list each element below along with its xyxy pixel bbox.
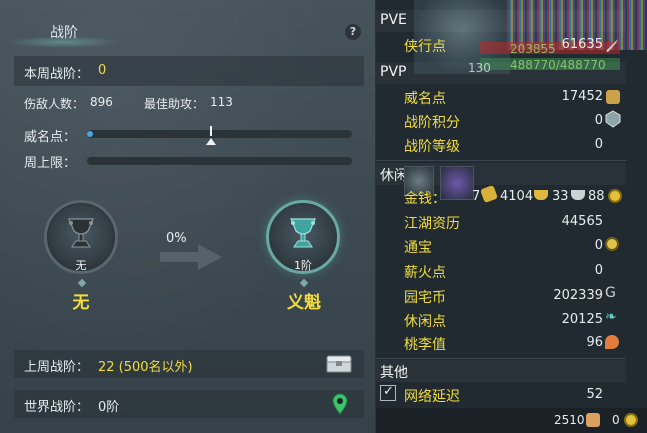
other-title: 其他 bbox=[380, 365, 408, 381]
prestige-progress-bar bbox=[87, 126, 352, 145]
last-week-rank-row: 上周战阶： 22 (500名以外) bbox=[14, 350, 364, 378]
copper-coin-icon bbox=[608, 189, 622, 203]
other-section-header: 其他 bbox=[376, 360, 626, 382]
goblet-icon bbox=[68, 218, 94, 248]
next-rank-emblem[interactable]: 1阶 bbox=[266, 200, 340, 274]
last-week-rank-value: 22 (500名以外) bbox=[98, 360, 193, 375]
currency-label-tongbao: 通宝 bbox=[404, 240, 432, 256]
currency-value-rank-level: 0 bbox=[594, 137, 603, 152]
weekly-cap-bar bbox=[87, 157, 352, 165]
kills-label: 伤敌人数： bbox=[24, 97, 85, 111]
currency-label-xinhuo: 薪火点 bbox=[404, 265, 446, 281]
money-copper: 88 bbox=[588, 189, 605, 204]
goblet-icon bbox=[290, 218, 316, 248]
pvp-title: PVP bbox=[380, 64, 407, 80]
weekly-rank-row: 本周战阶： 0 bbox=[14, 56, 364, 86]
currency-value-tongbao: 0 bbox=[594, 238, 603, 253]
silver-ingot-icon bbox=[571, 190, 585, 200]
prestige-label: 威名点： bbox=[24, 130, 77, 145]
weekly-rank-value: 0 bbox=[98, 63, 107, 78]
arrow-right-icon bbox=[160, 244, 222, 270]
world-rank-value: 0阶 bbox=[98, 400, 120, 415]
bottom-value-a: 2510 bbox=[554, 413, 585, 427]
money-gold-ingot: 7 bbox=[472, 189, 481, 204]
currency-panel: 203855 488770/488770 130 PVE 侠行点 61635 P… bbox=[376, 0, 647, 433]
rank-panel: 战阶 ? 本周战阶： 0 伤敌人数： 896 最佳助攻： 113 威名点： 周上… bbox=[0, 0, 376, 433]
currency-value-latency: 52 bbox=[586, 387, 603, 402]
prestige-token-icon bbox=[606, 90, 620, 104]
tongbao-coin-icon bbox=[605, 237, 619, 251]
assists-value: 113 bbox=[210, 95, 233, 109]
location-pin-icon[interactable] bbox=[332, 393, 348, 415]
currency-label-taoli: 桃李值 bbox=[404, 337, 446, 353]
pve-title: PVE bbox=[380, 12, 407, 28]
next-rank-name: 义魁 bbox=[287, 293, 321, 313]
currency-label-prestige: 威名点 bbox=[404, 91, 446, 107]
currency-value-xinhuo: 0 bbox=[594, 263, 603, 278]
currency-value-prestige: 17452 bbox=[561, 89, 603, 104]
weekly-rank-label: 本周战阶： bbox=[24, 67, 90, 82]
last-week-rank-label: 上周战阶： bbox=[24, 360, 90, 375]
bottom-value-b: 0 bbox=[612, 413, 620, 427]
world-rank-row: 世界战阶： 0阶 bbox=[14, 390, 364, 418]
currency-label-latency: 网络延迟 bbox=[404, 389, 460, 405]
section-divider bbox=[376, 160, 626, 161]
bottom-status-bar: 2510 0 bbox=[376, 408, 647, 433]
rank-crest-icon bbox=[605, 110, 621, 128]
prestige-marker-arrow-icon bbox=[206, 138, 216, 145]
panel-header: 战阶 ? bbox=[0, 18, 376, 48]
currency-value-leisure-points: 20125 bbox=[561, 312, 603, 327]
pve-section-header: PVE bbox=[376, 10, 626, 32]
money-silver: 33 bbox=[552, 189, 569, 204]
assists-label: 最佳助攻： bbox=[144, 97, 205, 111]
currency-value-yuanzhai: 202339 bbox=[553, 288, 603, 303]
currency-label-xiaxing: 侠行点 bbox=[404, 39, 446, 55]
money-gold: 4104 bbox=[500, 189, 534, 204]
currency-value-taoli: 96 bbox=[586, 335, 603, 350]
sword-icon bbox=[606, 39, 618, 52]
current-rank-emblem[interactable]: 无 bbox=[44, 200, 118, 274]
prestige-progress-fill bbox=[87, 131, 93, 137]
gold-ingot-icon bbox=[534, 190, 548, 200]
next-rank-badge: 1阶 bbox=[294, 259, 312, 272]
garden-coin-icon: G bbox=[605, 285, 616, 301]
world-rank-label: 世界战阶： bbox=[24, 400, 90, 415]
currency-label-rank-points: 战阶积分 bbox=[404, 115, 460, 131]
current-rank-name: 无 bbox=[72, 293, 90, 313]
currency-label-rank-level: 战阶等级 bbox=[404, 139, 460, 155]
section-divider bbox=[376, 358, 626, 359]
currency-value-rank-points: 0 bbox=[594, 113, 603, 128]
gold-ticket-icon bbox=[480, 185, 498, 203]
peach-icon bbox=[605, 335, 619, 349]
coin-icon bbox=[624, 413, 638, 427]
currency-label-leisure-points: 休闲点 bbox=[404, 314, 446, 330]
diamond-decoration bbox=[299, 278, 309, 288]
currency-value-jianghu: 44565 bbox=[561, 214, 603, 229]
help-icon[interactable]: ? bbox=[345, 24, 361, 40]
currency-value-xiaxing: 61635 bbox=[561, 37, 603, 52]
leaf-icon: ❧ bbox=[605, 309, 617, 325]
boot-icon bbox=[586, 413, 600, 427]
pvp-section-header: PVP bbox=[376, 62, 626, 84]
chest-icon[interactable] bbox=[326, 355, 352, 373]
currency-label-yuanzhai: 园宅币 bbox=[404, 290, 446, 306]
weekly-cap-label: 周上限： bbox=[24, 156, 77, 171]
network-latency-checkbox[interactable] bbox=[380, 384, 396, 401]
current-rank-badge: 无 bbox=[75, 259, 87, 272]
currency-label-jianghu: 江湖资历 bbox=[404, 216, 460, 232]
prestige-marker bbox=[210, 126, 212, 136]
overlay-hp: 203855 bbox=[510, 42, 556, 56]
panel-title: 战阶 bbox=[50, 25, 78, 41]
kills-value: 896 bbox=[90, 95, 113, 109]
diamond-decoration bbox=[77, 278, 87, 288]
money-label: 金钱： bbox=[404, 191, 446, 207]
